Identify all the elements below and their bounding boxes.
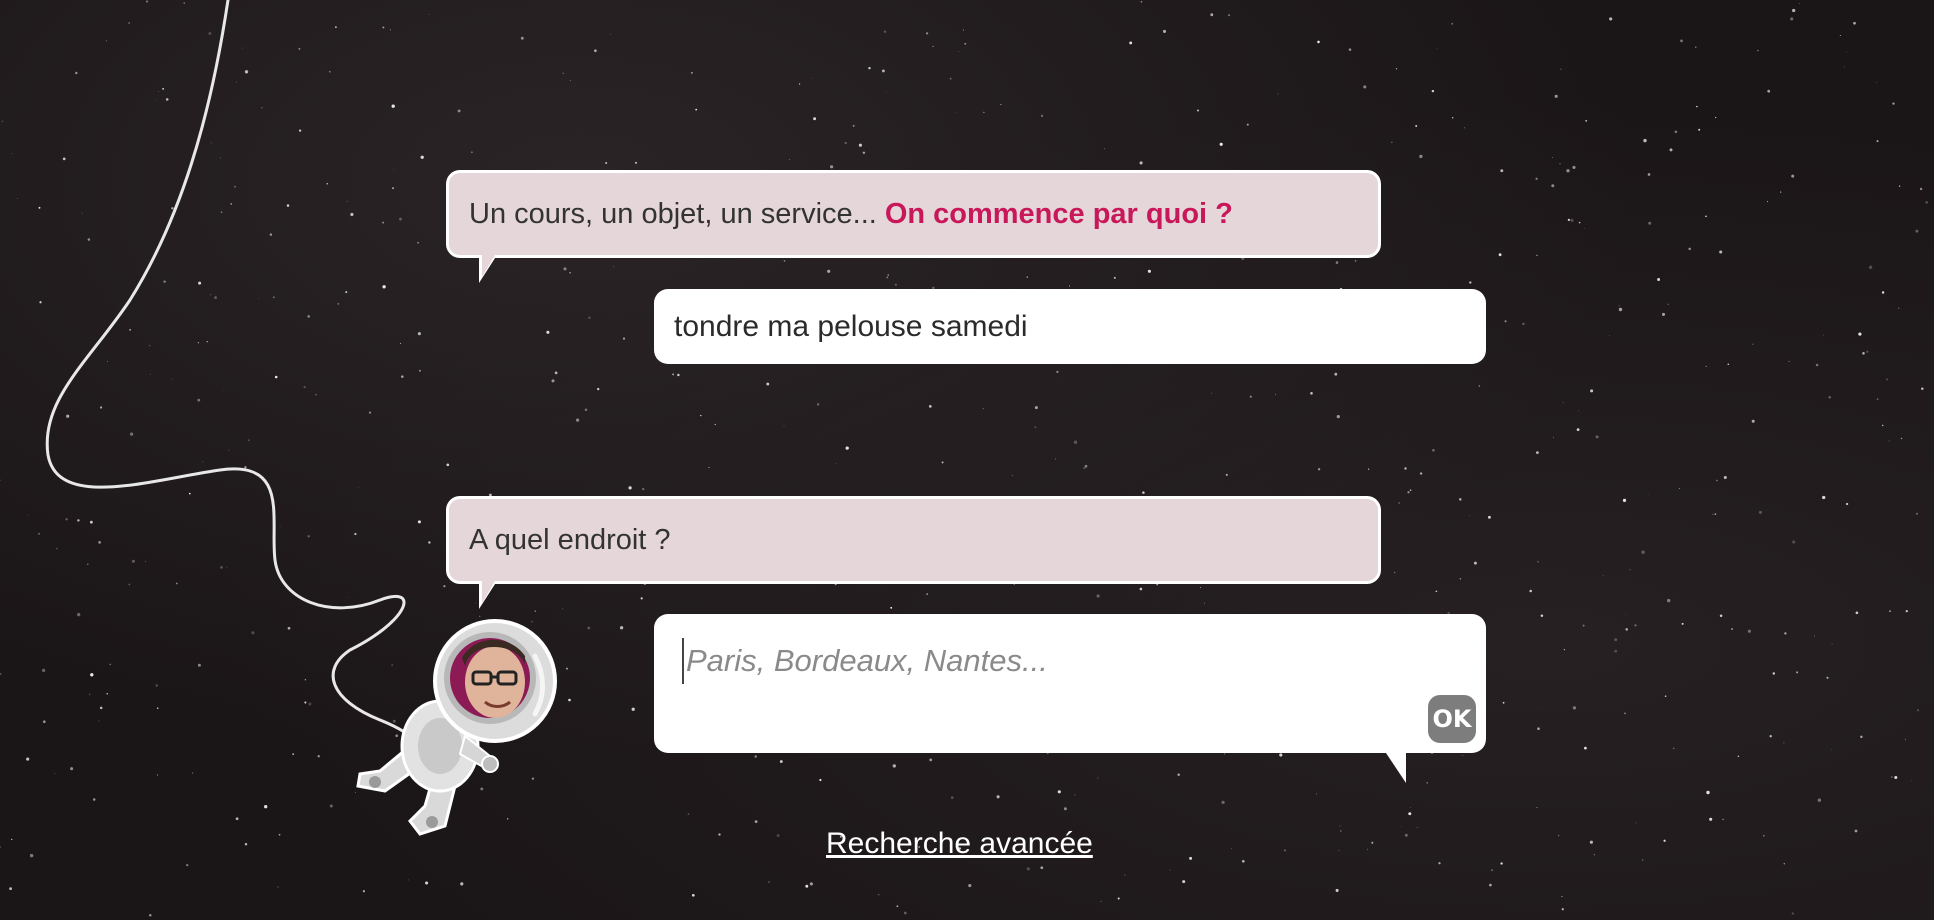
astronaut-mascot-icon (356, 619, 557, 836)
answer-bubble-where: OK (654, 614, 1486, 783)
starry-background: Un cours, un objet, un service... On com… (0, 0, 1934, 920)
question-bubble-what: Un cours, un objet, un service... On com… (446, 170, 1381, 283)
question-highlight: On commence par quoi ? (884, 197, 1233, 230)
question-text: A quel endroit ? (469, 523, 671, 556)
question-intro: Un cours, un objet, un service... (469, 197, 877, 230)
location-input[interactable] (682, 638, 1448, 684)
question-bubble-where: A quel endroit ? (446, 496, 1381, 609)
answer-bubble-what[interactable]: tondre ma pelouse samedi (654, 289, 1486, 364)
tether-cord (45, 0, 442, 782)
ok-button[interactable]: OK (1428, 695, 1476, 743)
bubble-tail (1386, 753, 1406, 783)
answer-text: tondre ma pelouse samedi (674, 309, 1028, 343)
bubble-tail-inner (482, 255, 495, 277)
advanced-search-link[interactable]: Recherche avancée (826, 827, 1093, 861)
